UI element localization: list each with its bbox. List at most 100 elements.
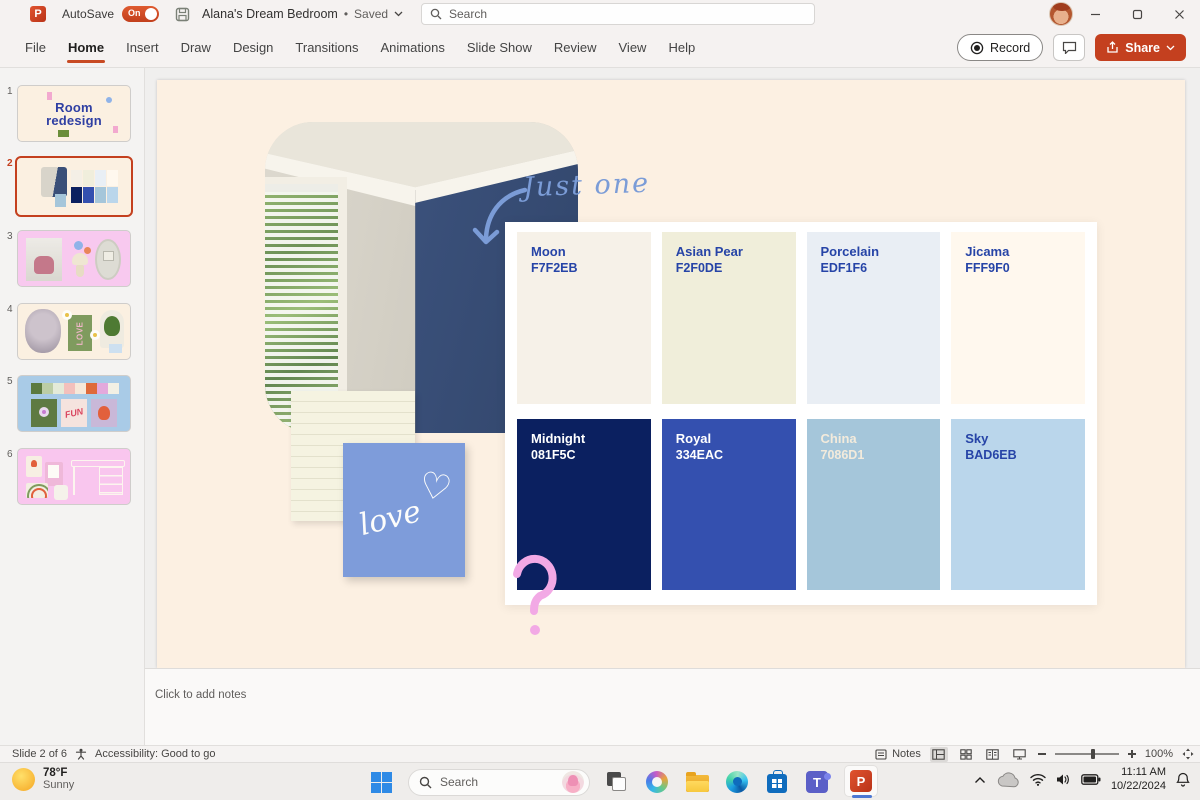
start-button[interactable]: [368, 769, 394, 795]
maximize-icon: [1132, 9, 1143, 20]
zoom-level[interactable]: 100%: [1145, 748, 1173, 760]
zoom-slider[interactable]: [1055, 753, 1119, 755]
annotation-just-one[interactable]: Just one: [522, 168, 650, 203]
normal-view-button[interactable]: [930, 747, 948, 762]
taskbar-search-box[interactable]: [408, 769, 590, 796]
volume-icon[interactable]: [1056, 773, 1071, 786]
paint-swatch-royal[interactable]: Royal 334EAC: [662, 419, 796, 591]
taskbar-weather-widget[interactable]: 78°F Sunny: [12, 767, 74, 791]
tray-overflow-chevron-icon[interactable]: [974, 776, 986, 784]
slide-thumbnail-6[interactable]: [17, 448, 131, 505]
slide-thumbnail-5[interactable]: FUN: [17, 375, 131, 432]
app-search-box[interactable]: [421, 3, 815, 25]
slide-thumbnail-3[interactable]: [17, 230, 131, 287]
slideshow-icon: [1013, 749, 1026, 760]
paint-swatch-china[interactable]: China 7086D1: [807, 419, 941, 591]
title-dropdown-chevron-icon[interactable]: [394, 11, 403, 17]
close-button[interactable]: [1158, 0, 1200, 28]
zoom-out-button[interactable]: [1038, 753, 1046, 755]
tab-file[interactable]: File: [14, 28, 57, 67]
thumb1-deco: [113, 126, 118, 133]
zoom-slider-thumb[interactable]: [1091, 749, 1095, 759]
tab-transitions[interactable]: Transitions: [284, 28, 369, 67]
record-button[interactable]: Record: [957, 34, 1043, 61]
tab-animations[interactable]: Animations: [370, 28, 456, 67]
notes-toggle-button[interactable]: Notes: [875, 748, 921, 760]
file-explorer-button[interactable]: [684, 769, 710, 795]
tab-help[interactable]: Help: [657, 28, 706, 67]
maximize-button[interactable]: [1116, 0, 1158, 28]
fit-slide-to-window-icon[interactable]: [1182, 748, 1194, 760]
share-icon: [1106, 41, 1119, 54]
notes-pane[interactable]: Click to add notes: [145, 668, 1200, 745]
tab-review[interactable]: Review: [543, 28, 608, 67]
slideshow-view-button[interactable]: [1011, 747, 1029, 762]
folder-icon: [686, 775, 709, 792]
taskbar-search-input[interactable]: [440, 775, 550, 789]
accessibility-status[interactable]: Accessibility: Good to go: [95, 748, 215, 760]
love-sticky-note[interactable]: love ♡: [343, 443, 465, 577]
tab-slide-show[interactable]: Slide Show: [456, 28, 543, 67]
microsoft-store-button[interactable]: [764, 769, 790, 795]
title-separator: •: [344, 7, 348, 21]
minimize-button[interactable]: [1074, 0, 1116, 28]
onedrive-cloud-icon[interactable]: [996, 772, 1020, 788]
current-slide[interactable]: Just one love ♡ Moon F7F2EB Asian Pea: [157, 80, 1185, 668]
reading-view-icon: [986, 749, 999, 760]
slide-thumbnail-1[interactable]: Room redesign: [17, 85, 131, 142]
comments-button[interactable]: [1053, 34, 1085, 61]
swatch-hex: F2F0DE: [676, 261, 743, 275]
edge-browser-button[interactable]: [724, 769, 750, 795]
task-view-button[interactable]: [604, 769, 630, 795]
wifi-icon[interactable]: [1030, 773, 1046, 786]
slide-2-number: 2: [7, 158, 13, 169]
slide-thumbnail-panel: 1 Room redesign 2 3 4 LOVE: [0, 68, 145, 745]
app-search-input[interactable]: [449, 7, 779, 21]
tab-draw[interactable]: Draw: [170, 28, 222, 67]
swatch-name: Midnight: [531, 431, 585, 446]
user-avatar[interactable]: [1049, 2, 1073, 26]
paint-swatch-jicama[interactable]: Jicama FFF9F0: [951, 232, 1085, 404]
battery-icon[interactable]: [1081, 774, 1101, 785]
paint-swatch-porcelain[interactable]: Porcelain EDF1F6: [807, 232, 941, 404]
swatch-hex: FFF9F0: [965, 261, 1009, 275]
notes-icon: [875, 749, 887, 760]
thumb2-room-photo: [41, 167, 67, 197]
zoom-in-button[interactable]: [1128, 750, 1136, 758]
document-title[interactable]: Alana's Dream Bedroom: [202, 7, 338, 21]
notifications-bell-icon[interactable]: [1176, 772, 1190, 787]
share-button[interactable]: Share: [1095, 34, 1186, 61]
share-label: Share: [1125, 41, 1160, 55]
record-label: Record: [990, 41, 1030, 55]
paint-swatch-sky[interactable]: Sky BAD6EB: [951, 419, 1085, 591]
autosave-toggle[interactable]: On: [122, 6, 159, 22]
teams-button[interactable]: T: [804, 769, 830, 795]
slide-thumbnail-2-selected[interactable]: [15, 156, 133, 217]
question-mark-doodle: [509, 548, 565, 640]
paint-palette-card[interactable]: Moon F7F2EB Asian Pear F2F0DE Porcelain …: [505, 222, 1097, 605]
swatch-label: Sky BAD6EB: [965, 431, 1016, 462]
notes-toggle-label: Notes: [892, 748, 921, 760]
slide-3-number: 3: [7, 231, 13, 242]
clock-date: 10/22/2024: [1111, 780, 1166, 794]
slide-thumbnail-4[interactable]: LOVE: [17, 303, 131, 360]
swatch-name: China: [821, 431, 865, 446]
taskbar-clock[interactable]: 11:11 AM 10/22/2024: [1111, 766, 1166, 794]
paint-swatch-asian-pear[interactable]: Asian Pear F2F0DE: [662, 232, 796, 404]
tab-insert[interactable]: Insert: [115, 28, 170, 67]
save-icon[interactable]: [175, 7, 190, 22]
tab-view[interactable]: View: [608, 28, 658, 67]
swatch-name: Jicama: [965, 244, 1009, 259]
swatch-hex: 7086D1: [821, 448, 865, 462]
reading-view-button[interactable]: [984, 747, 1002, 762]
thumb2-swatch: [55, 194, 66, 207]
ribbon-bar: File Home Insert Draw Design Transitions…: [0, 28, 1200, 68]
copilot-button[interactable]: [644, 769, 670, 795]
status-bar: Slide 2 of 6 Accessibility: Good to go N…: [0, 745, 1200, 762]
tab-design[interactable]: Design: [222, 28, 284, 67]
powerpoint-taskbar-button-active[interactable]: P: [844, 765, 878, 797]
tab-home[interactable]: Home: [57, 28, 115, 67]
autosave-label: AutoSave: [62, 7, 114, 21]
paint-swatch-moon[interactable]: Moon F7F2EB: [517, 232, 651, 404]
slide-sorter-view-button[interactable]: [957, 747, 975, 762]
